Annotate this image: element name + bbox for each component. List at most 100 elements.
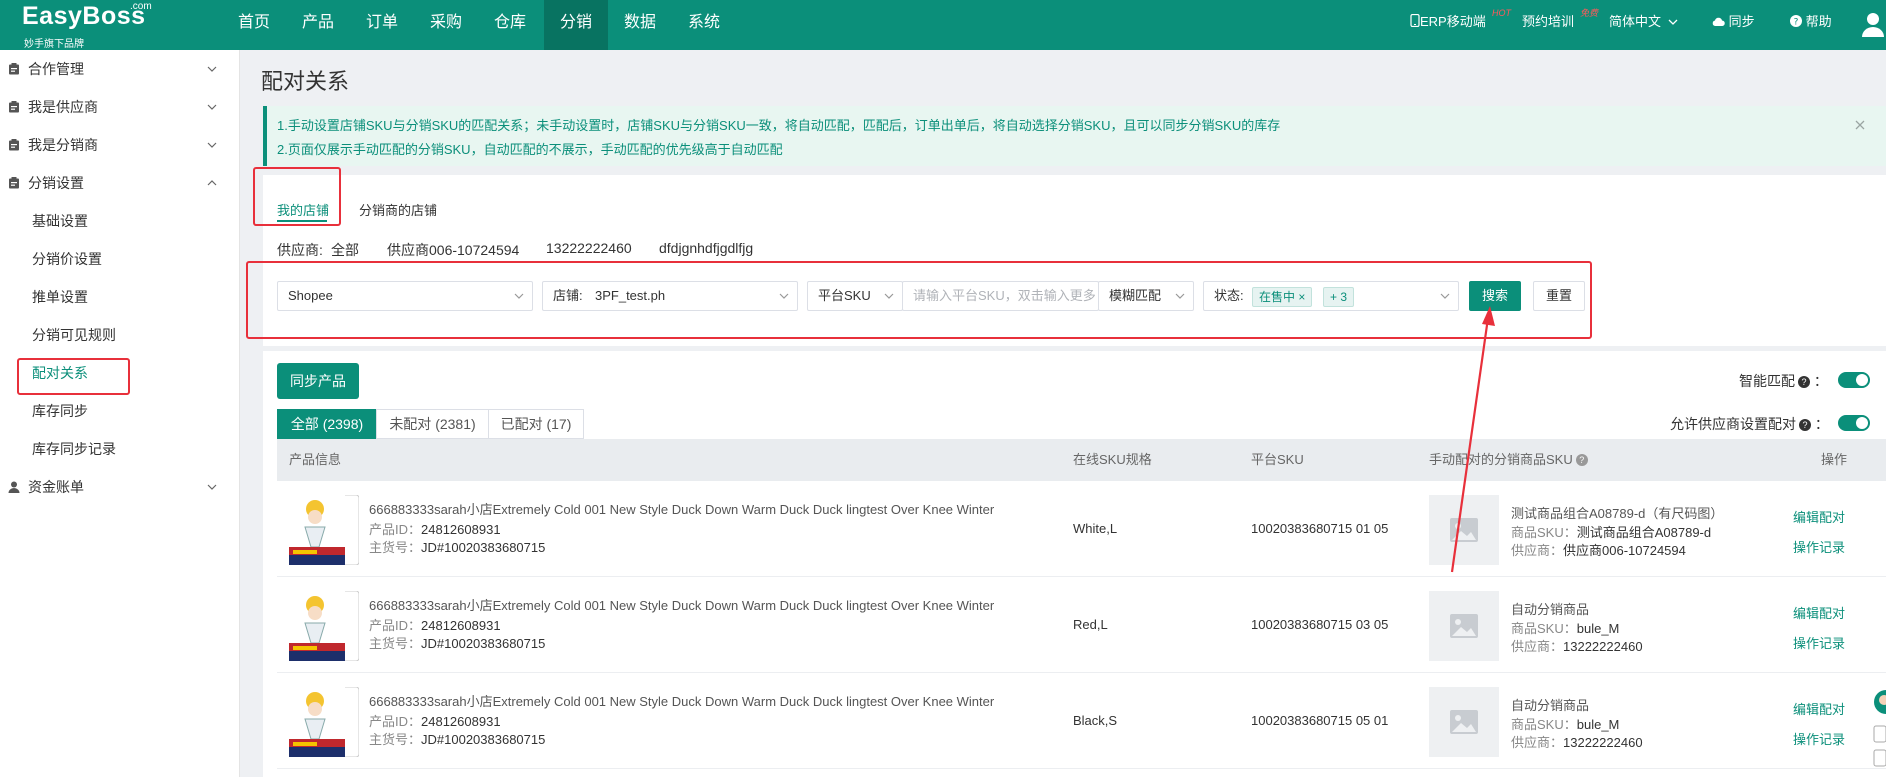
sku-spec: Red,L xyxy=(1073,617,1108,632)
sidebar-group-distributor[interactable]: 我是分销商 xyxy=(0,126,240,164)
chevron-down-icon xyxy=(207,484,217,490)
nav-data[interactable]: 数据 xyxy=(614,0,666,50)
operation-log-link[interactable]: 操作记录 xyxy=(1793,633,1845,652)
supplier-option-dfdj[interactable]: dfdjgnhdfjgdlfjg xyxy=(659,240,753,256)
edit-pair-link[interactable]: 编辑配对 xyxy=(1793,699,1845,718)
product-thumbnail[interactable] xyxy=(289,591,359,661)
column-product-info: 产品信息 xyxy=(289,452,342,467)
product-id-key: 产品ID： xyxy=(369,618,422,633)
platform-sku: 10020383680715 05 01 xyxy=(1251,713,1389,728)
help-icon[interactable]: ? xyxy=(1798,376,1810,388)
tab-distributor-stores[interactable]: 分销商的店铺 xyxy=(359,200,437,219)
sidebar-item-push-settings[interactable]: 推单设置 xyxy=(32,278,88,316)
close-icon[interactable] xyxy=(1853,118,1867,132)
highlight-box-filters xyxy=(246,261,1592,339)
matched-product-name: 测试商品组合A08789-d（有尺码图） xyxy=(1511,506,1724,521)
sku-spec: White,L xyxy=(1073,521,1118,536)
nav-warehouse[interactable]: 仓库 xyxy=(484,0,536,50)
matched-sku-value: bule_M xyxy=(1576,717,1620,732)
sidebar-item-stock-sync[interactable]: 库存同步 xyxy=(32,392,88,430)
page-title: 配对关系 xyxy=(261,69,350,94)
product-name[interactable]: 666883333sarah小店Extremely Cold 001 New S… xyxy=(369,691,994,710)
smart-match-toggle[interactable] xyxy=(1838,372,1870,388)
nav-system[interactable]: 系统 xyxy=(678,0,730,50)
main-code: 主货号：JD#10020383680715 xyxy=(369,537,545,556)
edit-pair-link[interactable]: 编辑配对 xyxy=(1793,507,1845,526)
table-row: 666883333sarah小店Extremely Cold 001 New S… xyxy=(277,481,1886,577)
main-code-key: 主货号： xyxy=(369,540,422,555)
table-row: 666883333sarah小店Extremely Cold 001 New S… xyxy=(277,577,1886,673)
training-link[interactable]: 预约培训 xyxy=(1522,0,1574,46)
language-select[interactable]: 简体中文 xyxy=(1609,0,1678,46)
matched-sku-value: 测试商品组合A08789-d xyxy=(1576,525,1712,540)
sidebar-item-visibility-rules[interactable]: 分销可见规则 xyxy=(32,316,116,354)
nav-distribution[interactable]: 分销 xyxy=(544,0,608,50)
sidebar-group-cooperation[interactable]: 合作管理 xyxy=(0,50,240,88)
matched-supplier-value: 供应商006-10724594 xyxy=(1563,543,1686,558)
sku-spec: Black,S xyxy=(1073,713,1118,728)
product-id-key: 产品ID： xyxy=(369,714,422,729)
sidebar-item-basic-settings[interactable]: 基础设置 xyxy=(32,202,88,240)
sidebar-group-label: 资金账单 xyxy=(28,479,84,495)
support-widget-icon[interactable] xyxy=(1868,690,1886,777)
edit-pair-link[interactable]: 编辑配对 xyxy=(1793,603,1845,622)
operation-log-link[interactable]: 操作记录 xyxy=(1793,537,1845,556)
allow-supplier-text: 允许供应商设置配对 xyxy=(1670,416,1796,432)
help-link[interactable]: ? 帮助 xyxy=(1790,0,1832,46)
help-icon[interactable]: ? xyxy=(1799,419,1811,431)
chevron-down-icon xyxy=(207,66,217,72)
sidebar-item-stock-sync-log[interactable]: 库存同步记录 xyxy=(32,430,116,468)
brand-logo[interactable]: EasyBoss .com 妙手旗下品牌 xyxy=(22,1,182,50)
nav-purchase[interactable]: 采购 xyxy=(420,0,472,50)
matched-supplier-value: 13222222460 xyxy=(1563,639,1643,654)
smart-match-label: 智能匹配? ： xyxy=(1739,373,1828,389)
tab-unpaired[interactable]: 未配对 (2381) xyxy=(376,409,489,439)
operation-log-link[interactable]: 操作记录 xyxy=(1793,729,1845,748)
sidebar-group-supplier[interactable]: 我是供应商 xyxy=(0,88,240,126)
product-thumbnail[interactable] xyxy=(289,495,359,565)
matched-supplier-key: 供应商： xyxy=(1511,639,1564,654)
sidebar-item-price-settings[interactable]: 分销价设置 xyxy=(32,240,102,278)
main-code-key: 主货号： xyxy=(369,636,422,651)
product-id-key: 产品ID： xyxy=(369,522,422,537)
supplier-option-006[interactable]: 供应商006-10724594 xyxy=(387,240,519,260)
highlight-box-tab xyxy=(253,167,341,226)
matched-supplier: 供应商：供应商006-10724594 xyxy=(1511,540,1686,559)
highlight-box-sidebar xyxy=(17,358,130,395)
sidebar-group-distribution-settings[interactable]: 分销设置 xyxy=(0,164,240,202)
tab-paired[interactable]: 已配对 (17) xyxy=(488,409,584,439)
sidebar-group-account[interactable]: 资金账单 xyxy=(0,468,240,506)
matched-product-name: 自动分销商品 xyxy=(1511,602,1590,617)
sync-products-button[interactable]: 同步产品 xyxy=(277,363,359,399)
svg-text:?: ? xyxy=(1794,18,1799,28)
clipboard-icon xyxy=(9,63,19,75)
main-code: 主货号：JD#10020383680715 xyxy=(369,729,545,748)
product-list-panel: 同步产品 智能匹配? ： 允许供应商设置配对? ： 全部 (2398) 未配对 … xyxy=(263,351,1886,777)
allow-supplier-toggle[interactable] xyxy=(1838,415,1870,431)
help-icon[interactable]: ? xyxy=(1575,454,1588,466)
nav-orders[interactable]: 订单 xyxy=(356,0,408,50)
matched-sku: 商品SKU：测试商品组合A08789-d xyxy=(1511,522,1711,541)
product-name[interactable]: 666883333sarah小店Extremely Cold 001 New S… xyxy=(369,499,994,518)
main-code-value: JD#10020383680715 xyxy=(421,636,546,651)
sync-link[interactable]: 同步 xyxy=(1712,0,1755,46)
matched-supplier: 供应商：13222222460 xyxy=(1511,636,1643,655)
nav-home[interactable]: 首页 xyxy=(228,0,280,50)
product-thumbnail[interactable] xyxy=(289,687,359,757)
user-avatar-icon[interactable] xyxy=(1862,11,1884,37)
tab-all[interactable]: 全部 (2398) xyxy=(277,409,377,439)
product-name[interactable]: 666883333sarah小店Extremely Cold 001 New S… xyxy=(369,595,994,614)
matched-sku-key: 商品SKU： xyxy=(1511,621,1577,636)
hot-badge: HOT xyxy=(1492,8,1511,18)
matched-sku: 商品SKU：bule_M xyxy=(1511,714,1619,733)
chevron-down-icon xyxy=(207,104,217,110)
brand-name: EasyBoss xyxy=(22,2,146,30)
product-id-value: 24812608931 xyxy=(421,714,501,729)
erp-mobile-link[interactable]: ERP移动端 xyxy=(1410,0,1486,46)
supplier-option-all[interactable]: 全部 xyxy=(331,240,359,260)
main-code-key: 主货号： xyxy=(369,732,422,747)
cloud-icon xyxy=(1712,17,1725,26)
user-icon xyxy=(8,481,20,493)
nav-products[interactable]: 产品 xyxy=(292,0,344,50)
supplier-option-1322[interactable]: 13222222460 xyxy=(546,240,632,256)
